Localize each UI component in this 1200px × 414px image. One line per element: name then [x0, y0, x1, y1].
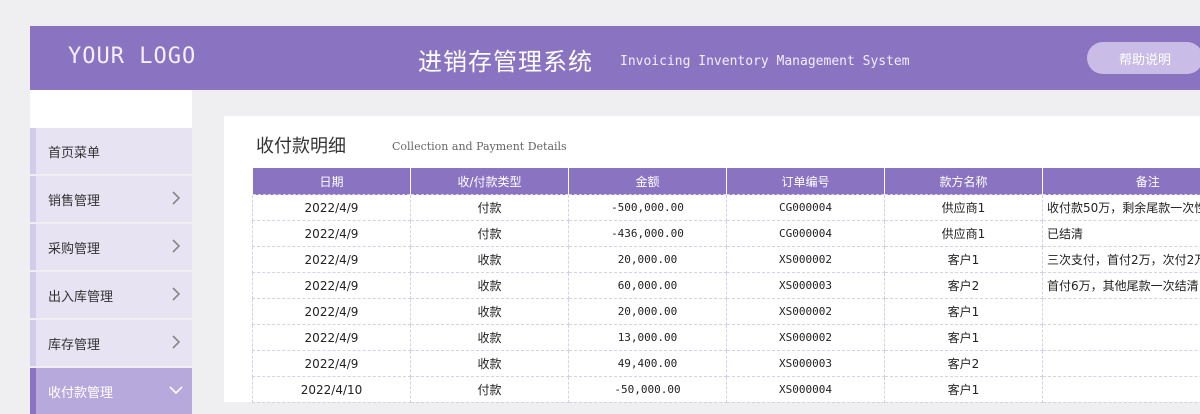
sidebar-item-label: 采购管理 [48, 238, 100, 257]
table-row[interactable]: 2022/4/9 付款 -436,000.00 CG000004 供应商1 已结… [253, 221, 1200, 247]
cell-date: 2022/4/9 [253, 247, 411, 273]
cell-type: 付款 [411, 377, 569, 403]
chevron-right-icon [168, 237, 184, 255]
cell-date: 2022/4/9 [253, 299, 411, 325]
sidebar-item-payments[interactable]: 收付款管理 [30, 368, 192, 414]
logo: YOUR LOGO [68, 44, 196, 69]
cell-order: XS000002 [727, 299, 885, 325]
sidebar-item-label: 库存管理 [48, 334, 100, 353]
cell-note [1043, 299, 1200, 325]
cell-type: 收款 [411, 273, 569, 299]
cell-amount: -500,000.00 [569, 195, 727, 221]
cell-note: 收付款50万，剩余尾款一次性 [1043, 195, 1200, 221]
cell-date: 2022/4/9 [253, 221, 411, 247]
cell-party: 客户1 [885, 325, 1043, 351]
cell-amount: -50,000.00 [569, 377, 727, 403]
table-row[interactable]: 2022/4/9 收款 20,000.00 XS000002 客户1 [253, 299, 1200, 325]
cell-party: 客户1 [885, 299, 1043, 325]
page-title: 收付款明细 [256, 132, 346, 158]
cell-type: 付款 [411, 195, 569, 221]
cell-note: 首付6万，其他尾款一次结清 [1043, 273, 1200, 299]
cell-note [1043, 325, 1200, 351]
sidebar-item-warehouse[interactable]: 出入库管理 [30, 272, 192, 318]
chevron-right-icon [168, 189, 184, 207]
payments-table: 日期 收/付款类型 金额 订单编号 款方名称 备注 2022/4/9 付款 -5… [252, 168, 1200, 403]
cell-party: 客户2 [885, 351, 1043, 377]
cell-note [1043, 377, 1200, 403]
cell-date: 2022/4/9 [253, 273, 411, 299]
sidebar-item-sales[interactable]: 销售管理 [30, 176, 192, 222]
cell-note [1043, 351, 1200, 377]
cell-amount: 60,000.00 [569, 273, 727, 299]
help-button[interactable]: 帮助说明 [1087, 42, 1200, 74]
sidebar-item-label: 销售管理 [48, 190, 100, 209]
cell-amount: 20,000.00 [569, 299, 727, 325]
top-header: YOUR LOGO 进销存管理系统 Invoicing Inventory Ma… [30, 26, 1200, 90]
chevron-right-icon [168, 333, 184, 351]
main-panel: 收付款明细 Collection and Payment Details 日期 … [224, 116, 1200, 402]
cell-order: CG000004 [727, 221, 885, 247]
cell-order: XS000003 [727, 351, 885, 377]
cell-date: 2022/4/9 [253, 351, 411, 377]
chevron-right-icon [168, 285, 184, 303]
column-header-note[interactable]: 备注 [1043, 168, 1200, 195]
sidebar-item-home[interactable]: 首页菜单 [30, 128, 192, 174]
sidebar: 首页菜单 销售管理 采购管理 出入库管理 库存管理 收付款管理 [30, 90, 192, 402]
cell-type: 收款 [411, 325, 569, 351]
cell-date: 2022/4/9 [253, 325, 411, 351]
cell-party: 供应商1 [885, 195, 1043, 221]
column-header-party[interactable]: 款方名称 [885, 168, 1043, 195]
table-row[interactable]: 2022/4/9 收款 13,000.00 XS000002 客户1 [253, 325, 1200, 351]
column-header-type[interactable]: 收/付款类型 [411, 168, 569, 195]
table-header-row: 日期 收/付款类型 金额 订单编号 款方名称 备注 [253, 168, 1200, 195]
app-title: 进销存管理系统 [418, 42, 593, 77]
table-row[interactable]: 2022/4/9 付款 -500,000.00 CG000004 供应商1 收付… [253, 195, 1200, 221]
cell-order: XS000004 [727, 377, 885, 403]
sidebar-item-inventory[interactable]: 库存管理 [30, 320, 192, 366]
table-row[interactable]: 2022/4/10 付款 -50,000.00 XS000004 客户1 [253, 377, 1200, 403]
table-row[interactable]: 2022/4/9 收款 60,000.00 XS000003 客户2 首付6万，… [253, 273, 1200, 299]
column-header-date[interactable]: 日期 [253, 168, 411, 195]
cell-order: XS000002 [727, 325, 885, 351]
app-subtitle: Invoicing Inventory Management System [620, 54, 910, 69]
cell-note: 已结清 [1043, 221, 1200, 247]
sidebar-item-label: 首页菜单 [48, 142, 100, 161]
cell-date: 2022/4/9 [253, 195, 411, 221]
cell-note: 三次支付，首付2万，次付2万 [1043, 247, 1200, 273]
sidebar-item-label: 出入库管理 [48, 286, 113, 305]
cell-party: 客户1 [885, 247, 1043, 273]
cell-type: 收款 [411, 247, 569, 273]
cell-order: XS000003 [727, 273, 885, 299]
cell-party: 客户2 [885, 273, 1043, 299]
table-row[interactable]: 2022/4/9 收款 49,400.00 XS000003 客户2 [253, 351, 1200, 377]
column-header-order[interactable]: 订单编号 [727, 168, 885, 195]
cell-date: 2022/4/10 [253, 377, 411, 403]
sidebar-header [30, 90, 192, 128]
cell-order: XS000002 [727, 247, 885, 273]
cell-party: 供应商1 [885, 221, 1043, 247]
cell-order: CG000004 [727, 195, 885, 221]
chevron-down-icon [168, 381, 184, 399]
cell-amount: 20,000.00 [569, 247, 727, 273]
cell-party: 客户1 [885, 377, 1043, 403]
cell-amount: 13,000.00 [569, 325, 727, 351]
cell-type: 付款 [411, 221, 569, 247]
cell-amount: 49,400.00 [569, 351, 727, 377]
cell-type: 收款 [411, 299, 569, 325]
cell-amount: -436,000.00 [569, 221, 727, 247]
page-subtitle: Collection and Payment Details [392, 140, 567, 153]
cell-type: 收款 [411, 351, 569, 377]
table-row[interactable]: 2022/4/9 收款 20,000.00 XS000002 客户1 三次支付，… [253, 247, 1200, 273]
sidebar-item-purchase[interactable]: 采购管理 [30, 224, 192, 270]
column-header-amount[interactable]: 金额 [569, 168, 727, 195]
sidebar-item-label: 收付款管理 [48, 382, 113, 401]
